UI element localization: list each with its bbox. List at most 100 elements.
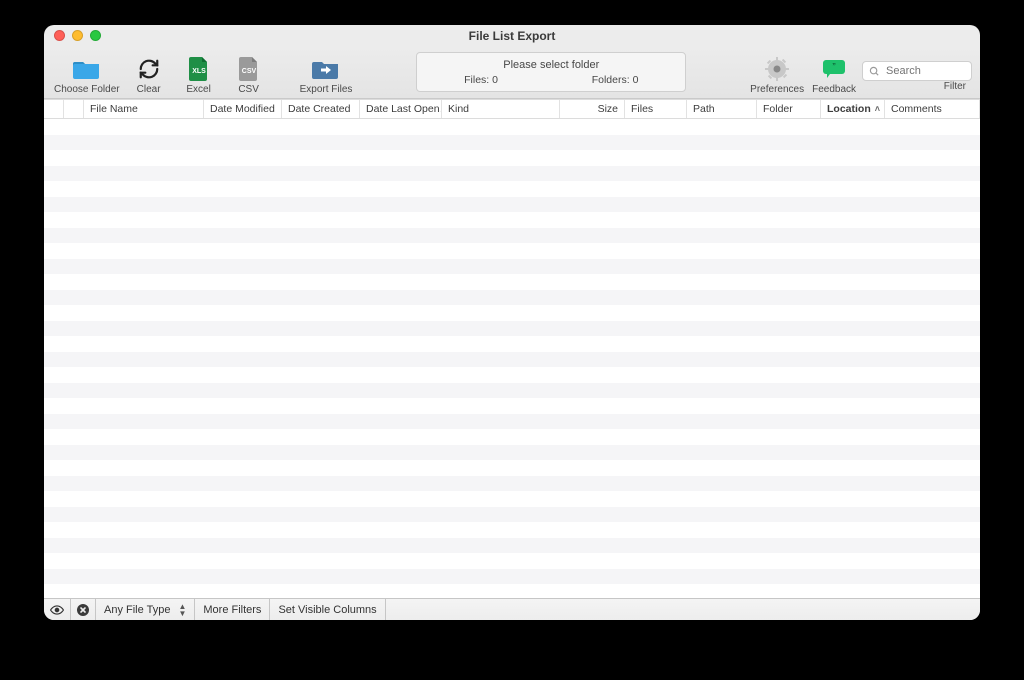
eye-icon	[50, 605, 64, 615]
choose-folder-button[interactable]: Choose Folder	[52, 55, 122, 96]
zoom-window-button[interactable]	[90, 30, 101, 41]
table-row[interactable]	[44, 321, 980, 337]
table-row[interactable]	[44, 212, 980, 228]
col-folder[interactable]: Folder	[757, 100, 821, 118]
table-row[interactable]	[44, 569, 980, 585]
table-row[interactable]	[44, 274, 980, 290]
file-type-filter[interactable]: Any File Type ▲▼	[96, 599, 195, 621]
export-files-label: Export Files	[300, 84, 353, 96]
col-date-created[interactable]: Date Created	[282, 100, 360, 118]
search-icon	[869, 66, 880, 77]
table-row[interactable]	[44, 460, 980, 476]
close-window-button[interactable]	[54, 30, 65, 41]
folder-icon	[72, 55, 102, 83]
clear-x-icon	[77, 604, 89, 616]
filter-label: Filter	[944, 81, 966, 92]
col-size[interactable]: Size	[560, 100, 625, 118]
bottom-bar: Any File Type ▲▼ More Filters Set Visibl…	[44, 598, 980, 620]
table-row[interactable]	[44, 305, 980, 321]
sort-ascending-icon: ˄	[875, 104, 880, 114]
table-header: File Name Date Modified Date Created Dat…	[44, 100, 980, 119]
feedback-icon: ”	[819, 55, 849, 83]
feedback-label: Feedback	[812, 84, 856, 96]
set-visible-columns-label: Set Visible Columns	[278, 604, 376, 616]
col-location-label: Location	[827, 103, 871, 115]
table-row[interactable]	[44, 445, 980, 461]
table-row[interactable]	[44, 553, 980, 569]
col-file-name[interactable]: File Name	[84, 100, 204, 118]
search-field[interactable]	[862, 61, 972, 81]
svg-text:CSV: CSV	[241, 68, 256, 75]
folder-drop-well[interactable]: Please select folder Files: 0 Folders: 0	[416, 52, 686, 92]
files-count: Files: 0	[464, 74, 498, 86]
file-table: File Name Date Modified Date Created Dat…	[44, 99, 980, 598]
visibility-toggle-button[interactable]	[44, 599, 71, 621]
csv-file-icon: CSV	[234, 55, 264, 83]
clear-button[interactable]: Clear	[126, 55, 172, 96]
table-row[interactable]	[44, 491, 980, 507]
table-row[interactable]	[44, 538, 980, 554]
svg-text:”: ”	[832, 62, 835, 73]
gear-icon	[762, 55, 792, 83]
excel-label: Excel	[186, 84, 210, 96]
feedback-button[interactable]: ” Feedback	[810, 55, 858, 96]
clear-label: Clear	[137, 84, 161, 96]
export-files-button[interactable]: Export Files	[298, 55, 355, 96]
preferences-button[interactable]: Preferences	[748, 55, 806, 96]
more-filters-button[interactable]: More Filters	[195, 599, 270, 621]
excel-button[interactable]: XLS Excel	[176, 55, 222, 96]
col-date-last-opened[interactable]: Date Last Open…	[360, 100, 442, 118]
window-title: File List Export	[469, 29, 556, 43]
col-gutter-2[interactable]	[64, 100, 84, 118]
table-row[interactable]	[44, 352, 980, 368]
table-row[interactable]	[44, 507, 980, 523]
col-date-modified[interactable]: Date Modified	[204, 100, 282, 118]
csv-button[interactable]: CSV CSV	[226, 55, 272, 96]
refresh-icon	[134, 55, 164, 83]
export-folder-icon	[311, 55, 341, 83]
toolbar: Choose Folder Clear XLS Excel CSV CSV Ex…	[44, 47, 980, 99]
table-row[interactable]	[44, 429, 980, 445]
search-input[interactable]	[884, 64, 965, 78]
choose-folder-label: Choose Folder	[54, 84, 120, 96]
more-filters-label: More Filters	[203, 604, 261, 616]
file-type-filter-label: Any File Type	[104, 604, 170, 616]
folder-prompt: Please select folder	[503, 59, 599, 71]
table-row[interactable]	[44, 197, 980, 213]
table-row[interactable]	[44, 119, 980, 135]
set-visible-columns-button[interactable]: Set Visible Columns	[270, 599, 385, 621]
col-gutter-1[interactable]	[44, 100, 64, 118]
col-comments[interactable]: Comments	[885, 100, 980, 118]
table-body[interactable]	[44, 119, 980, 598]
titlebar: File List Export	[44, 25, 980, 47]
table-row[interactable]	[44, 398, 980, 414]
csv-label: CSV	[238, 84, 259, 96]
clear-filter-button[interactable]	[71, 599, 96, 621]
svg-text:XLS: XLS	[192, 68, 206, 75]
preferences-label: Preferences	[750, 84, 804, 96]
table-row[interactable]	[44, 522, 980, 538]
table-row[interactable]	[44, 367, 980, 383]
table-row[interactable]	[44, 383, 980, 399]
table-row[interactable]	[44, 414, 980, 430]
col-location[interactable]: Location ˄	[821, 100, 885, 118]
table-row[interactable]	[44, 259, 980, 275]
table-row[interactable]	[44, 166, 980, 182]
col-files[interactable]: Files	[625, 100, 687, 118]
col-path[interactable]: Path	[687, 100, 757, 118]
minimize-window-button[interactable]	[72, 30, 83, 41]
table-row[interactable]	[44, 290, 980, 306]
stepper-icon: ▲▼	[178, 603, 186, 617]
table-row[interactable]	[44, 476, 980, 492]
excel-file-icon: XLS	[184, 55, 214, 83]
app-window: File List Export Choose Folder Clear XLS…	[44, 25, 980, 620]
folders-count: Folders: 0	[592, 74, 639, 86]
table-row[interactable]	[44, 135, 980, 151]
window-controls	[54, 30, 101, 41]
table-row[interactable]	[44, 336, 980, 352]
col-kind[interactable]: Kind	[442, 100, 560, 118]
table-row[interactable]	[44, 243, 980, 259]
table-row[interactable]	[44, 181, 980, 197]
table-row[interactable]	[44, 150, 980, 166]
table-row[interactable]	[44, 228, 980, 244]
